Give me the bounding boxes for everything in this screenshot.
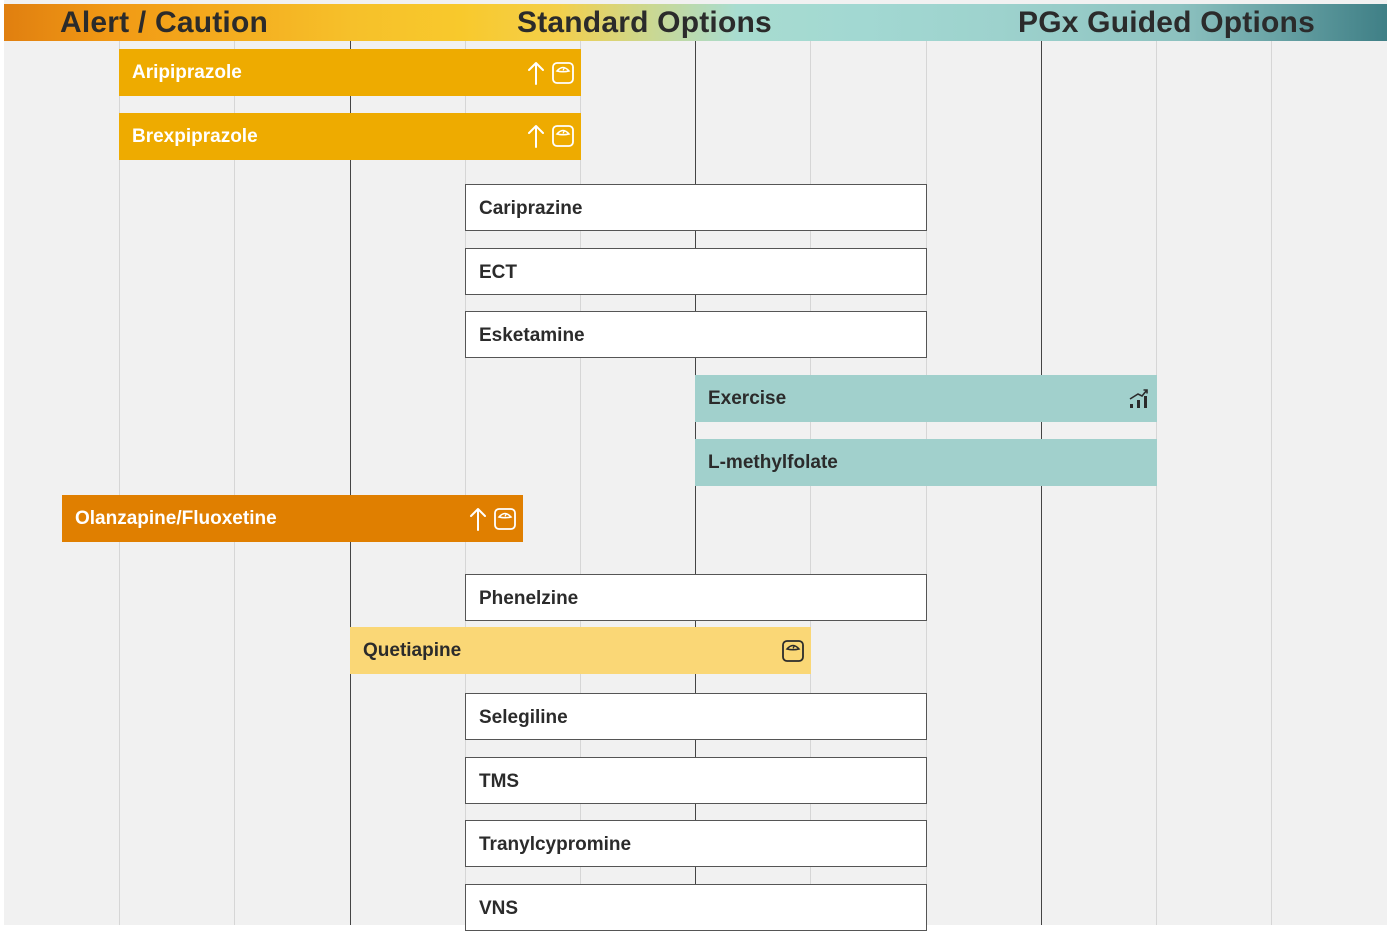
bar-label: Cariprazine [479,198,583,220]
trend-chart-icon [1127,387,1151,411]
arrow-up-icon [527,123,545,149]
bar-label: Phenelzine [479,587,579,609]
bar-aripiprazole: Aripiprazole [119,49,581,96]
bar-label: Aripiprazole [132,62,242,83]
arrow-up-icon [527,60,545,86]
bar-label: Brexpiprazole [132,125,258,147]
bar-label: Tranylcypromine [479,834,632,856]
minor-gridline [234,41,235,925]
bar-brexpiprazole: Brexpiprazole [119,112,581,160]
bar-label: TMS [479,770,520,792]
bar-quetiapine: Quetiapine [350,627,811,675]
bar-exercise: Exercise [695,375,1157,422]
bar-vns: VNS [465,883,927,931]
chart-area: Alert / Caution Standard Options PGx Gui… [4,0,1387,931]
bar-icons [1127,375,1151,422]
pgx-guided-options-heading: PGx Guided Options [1018,6,1315,39]
bar-olanzapine-fluoxetine: Olanzapine/Fluoxetine [62,495,523,543]
bar-label: Quetiapine [363,640,462,662]
weight-scale-icon [551,61,575,85]
bar-ect: ECT [465,247,927,295]
chart-grid: Aripiprazole Brexpiprazole Cariprazine ECT E… [4,41,1387,931]
alert-caution-heading: Alert / Caution [60,6,269,39]
bar-label: Exercise [708,388,787,409]
bar-label: Olanzapine/Fluoxetine [75,508,277,530]
bar-icons [469,495,517,542]
weight-scale-icon [551,124,575,148]
bar-selegiline: Selegiline [465,693,927,740]
bar-tms: TMS [465,756,927,804]
bar-l-methylfolate: L-methylfolate [695,438,1157,486]
bar-icons [527,113,575,160]
bar-phenelzine: Phenelzine [465,573,927,621]
major-gridline [350,41,351,925]
bar-label: ECT [479,261,517,283]
minor-gridline [119,41,120,925]
standard-options-heading: Standard Options [517,6,772,39]
bar-esketamine: Esketamine [465,311,927,359]
bar-label: L-methylfolate [708,451,838,473]
bar-cariprazine: Cariprazine [465,184,927,232]
arrow-up-icon [469,506,487,532]
bar-icons [527,49,575,96]
category-header: Alert / Caution Standard Options PGx Gui… [4,4,1387,41]
bar-label: Esketamine [479,325,585,347]
bar-tranylcypromine: Tranylcypromine [465,820,927,868]
weight-scale-icon [781,639,805,663]
weight-scale-icon [493,507,517,531]
bar-label: Selegiline [479,707,568,728]
minor-gridline [1271,41,1272,925]
bar-icons [781,627,805,674]
